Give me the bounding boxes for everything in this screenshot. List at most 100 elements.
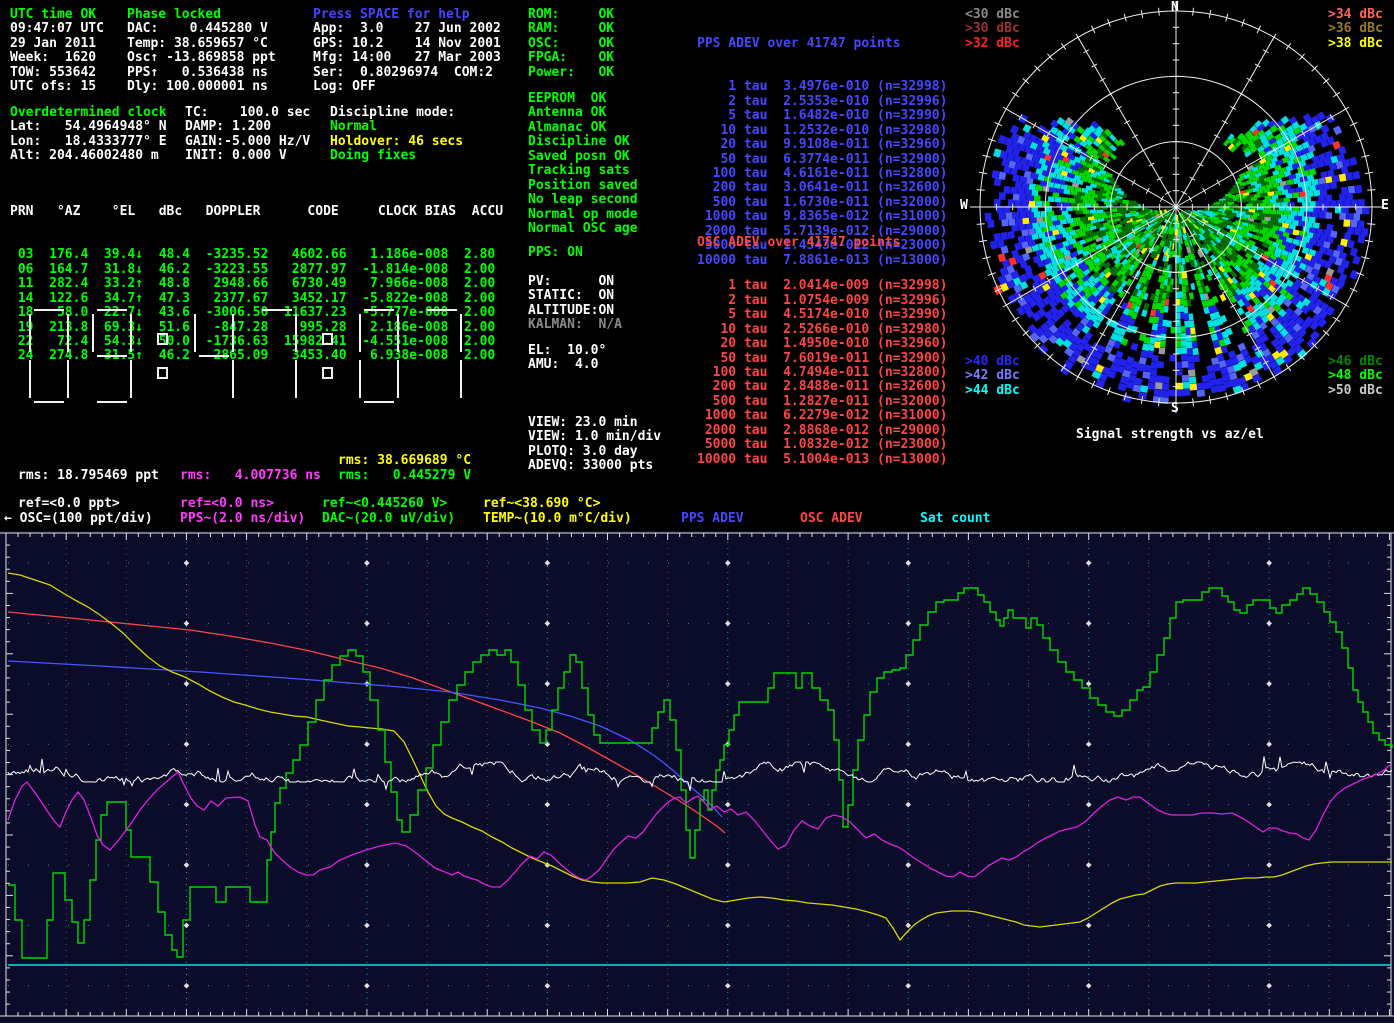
utc-line: UTC ofs: 15 [10,80,104,94]
mask-line: AMU: 4.0 [528,358,606,372]
rms-temp-readout: rms: 38.669689 °C [338,454,471,468]
osc-adev-row: 10 tau 2.5266e-010 (n=32980) [697,323,947,337]
hw-status-line: RAM: OK [528,22,614,36]
dac-scale-label: DAC~(20.0 uV/div) [322,512,455,526]
discipline-line: Holdover: 46 secs [330,135,463,149]
gps-status-line: Almanac OK [528,121,638,135]
satellite-row: 11 282.4 33.2↑ 48.8 2948.66 6730.49 7.96… [10,277,503,291]
gps-status-line: Discipline OK [528,135,638,149]
satellite-row: 06 164.7 31.8↓ 46.2 -3223.55 2877.97 -1.… [10,263,503,277]
utc-line: TOW: 553642 [10,66,104,80]
osc-adev-row: 5000 tau 1.0832e-012 (n=23000) [697,438,947,452]
dbc-legend-entry: >36 dBc [1328,22,1383,36]
version-line: Ser: 0.80296974 COM:2 [313,66,501,80]
osc-scale-label: ← OSC=(100 ppt/div) [4,512,153,526]
utc-time-block: UTC time OK09:47:07 UTC29 Jan 2011Week: … [10,8,104,95]
fix-mode-line: PV: ON [528,275,622,289]
dbc-legend-entry: >44 dBc [965,384,1020,398]
osc-adev-header: OSC ADEV over 41747 points [697,236,947,250]
discipline-line: Normal [330,120,463,134]
signal-strength-polar-map [968,0,1384,416]
osc-adev-row: 10000 tau 5.1004e-013 (n=13000) [697,453,947,467]
fix-mode-line: STATIC: ON [528,289,622,303]
osc-adev-row: 2000 tau 2.8868e-012 (n=29000) [697,424,947,438]
dbc-legend-bottom-right: >46 dBc>48 dBc>50 dBc [1328,355,1383,398]
plot-legend-osc-adev: OSC ADEV [800,512,863,526]
gps-status-line: Saved posn OK [528,150,638,164]
utc-line: 09:47:07 UTC [10,22,104,36]
utc-line: UTC time OK [10,8,104,22]
position-line: Lon: 18.4333777° E [10,135,167,149]
dbc-legend-entry: >48 dBc [1328,369,1383,383]
rms-dac-readout: rms: 0.445279 V [338,469,471,483]
phase-line: PPS↑ 0.536438 ns [127,66,276,80]
view-line: PLOTQ: 3.0 day [528,445,661,459]
discipline-line: Doing fixes [330,149,463,163]
dbc-legend-entry: >40 dBc [965,355,1020,369]
hw-status-line: OSC: OK [528,37,614,51]
dbc-legend-top-left: <30 dBc>30 dBc>32 dBc [965,8,1020,51]
pps-state-block: PPS: ON [528,246,583,260]
discipline-line: Discipline mode: [330,106,463,120]
version-line: Mfg: 14:00 27 Mar 2003 [313,51,501,65]
loop-line: GAIN:-5.000 Hz/V [185,135,310,149]
temp-scale-label: TEMP~(10.0 m°C/div) [483,512,632,526]
pps-adev-row: 10 tau 1.2532e-010 (n=32980) [697,124,947,138]
plot-legend-pps-adev: PPS ADEV [681,512,744,526]
gps-status-line: Antenna OK [528,106,638,120]
dbc-legend-entry: >30 dBc [965,22,1020,36]
phase-line: Osc↑ -13.869858 ppt [127,51,276,65]
pps-state-line: PPS: ON [528,246,583,260]
strip-chart-plot [0,531,1394,1023]
dbc-legend-entry: >38 dBc [1328,37,1383,51]
osc-adev-table: OSC ADEV over 41747 points 1 tau 2.0414e… [697,207,947,482]
pps-adev-row: 50 tau 6.3774e-011 (n=32900) [697,153,947,167]
satellite-row: 03 176.4 39.4↓ 48.4 -3235.52 4602.66 1.1… [10,248,503,262]
mask-block: EL: 10.0°AMU: 4.0 [528,344,606,373]
polar-caption: Signal strength vs az/el [1076,428,1264,442]
version-line: Press SPACE for help [313,8,501,22]
osc-adev-row: 20 tau 1.4950e-010 (n=32960) [697,337,947,351]
osc-adev-row: 500 tau 1.2827e-011 (n=32000) [697,395,947,409]
position-block: Overdetermined clockLat: 54.4964948° NLo… [10,106,167,164]
ref-temp-readout: ref~<38.690 °C> [483,497,600,511]
osc-adev-row: 50 tau 7.6019e-011 (n=32900) [697,352,947,366]
pps-adev-row: 100 tau 4.6161e-011 (n=32800) [697,167,947,181]
dbc-legend-entry: >46 dBc [1328,355,1383,369]
view-settings-block: VIEW: 23.0 minVIEW: 1.0 min/divPLOTQ: 3.… [528,416,661,474]
osc-adev-row: 1000 tau 6.2279e-012 (n=31000) [697,409,947,423]
fix-modes-block: PV: ONSTATIC: ONALTITUDE:ONKALMAN: N/A [528,275,622,333]
gps-status-block: EEPROM OKAntenna OKAlmanac OKDiscipline … [528,92,638,237]
view-line: VIEW: 23.0 min [528,416,661,430]
gps-status-line: Normal OSC age [528,222,638,236]
view-line: ADEVQ: 33000 pts [528,459,661,473]
phase-line: Phase locked [127,8,276,22]
compass-east-label: E [1381,199,1389,213]
osc-adev-row: 200 tau 2.8488e-011 (n=32600) [697,380,947,394]
rms-pps-readout: rms: 4.007736 ns [180,469,321,483]
pps-adev-row: 5 tau 1.6482e-010 (n=32990) [697,109,947,123]
dbc-legend-entry: <30 dBc [965,8,1020,22]
plot-legend-sat-count: Sat count [920,512,990,526]
osc-adev-row: 1 tau 2.0414e-009 (n=32998) [697,279,947,293]
version-line: GPS: 10.2 14 Nov 2001 [313,37,501,51]
osc-adev-row: 2 tau 1.0754e-009 (n=32996) [697,294,947,308]
dbc-legend-entry: >34 dBc [1328,8,1383,22]
ref-osc-readout: ref=<0.0 ppt> [18,497,120,511]
discipline-mode-block: Discipline mode:NormalHoldover: 46 secsD… [330,106,463,164]
gps-status-line: Normal op mode [528,208,638,222]
phase-line: Temp: 38.659657 °C [127,37,276,51]
hw-status-line: ROM: OK [528,8,614,22]
compass-north-label: N [1171,1,1179,15]
fix-mode-line: KALMAN: N/A [528,318,622,332]
mask-line: EL: 10.0° [528,344,606,358]
digital-clock [20,304,480,412]
view-line: VIEW: 1.0 min/div [528,430,661,444]
phase-line: DAC: 0.445280 V [127,22,276,36]
phase-lock-block: Phase lockedDAC: 0.445280 VTemp: 38.6596… [127,8,276,95]
dbc-legend-entry: >50 dBc [1328,384,1383,398]
version-line: Log: OFF [313,80,501,94]
pps-adev-header: PPS ADEV over 41747 points [697,37,947,51]
loop-params-block: TC: 100.0 secDAMP: 1.200GAIN:-5.000 Hz/V… [185,106,310,164]
compass-south-label: S [1171,402,1179,416]
